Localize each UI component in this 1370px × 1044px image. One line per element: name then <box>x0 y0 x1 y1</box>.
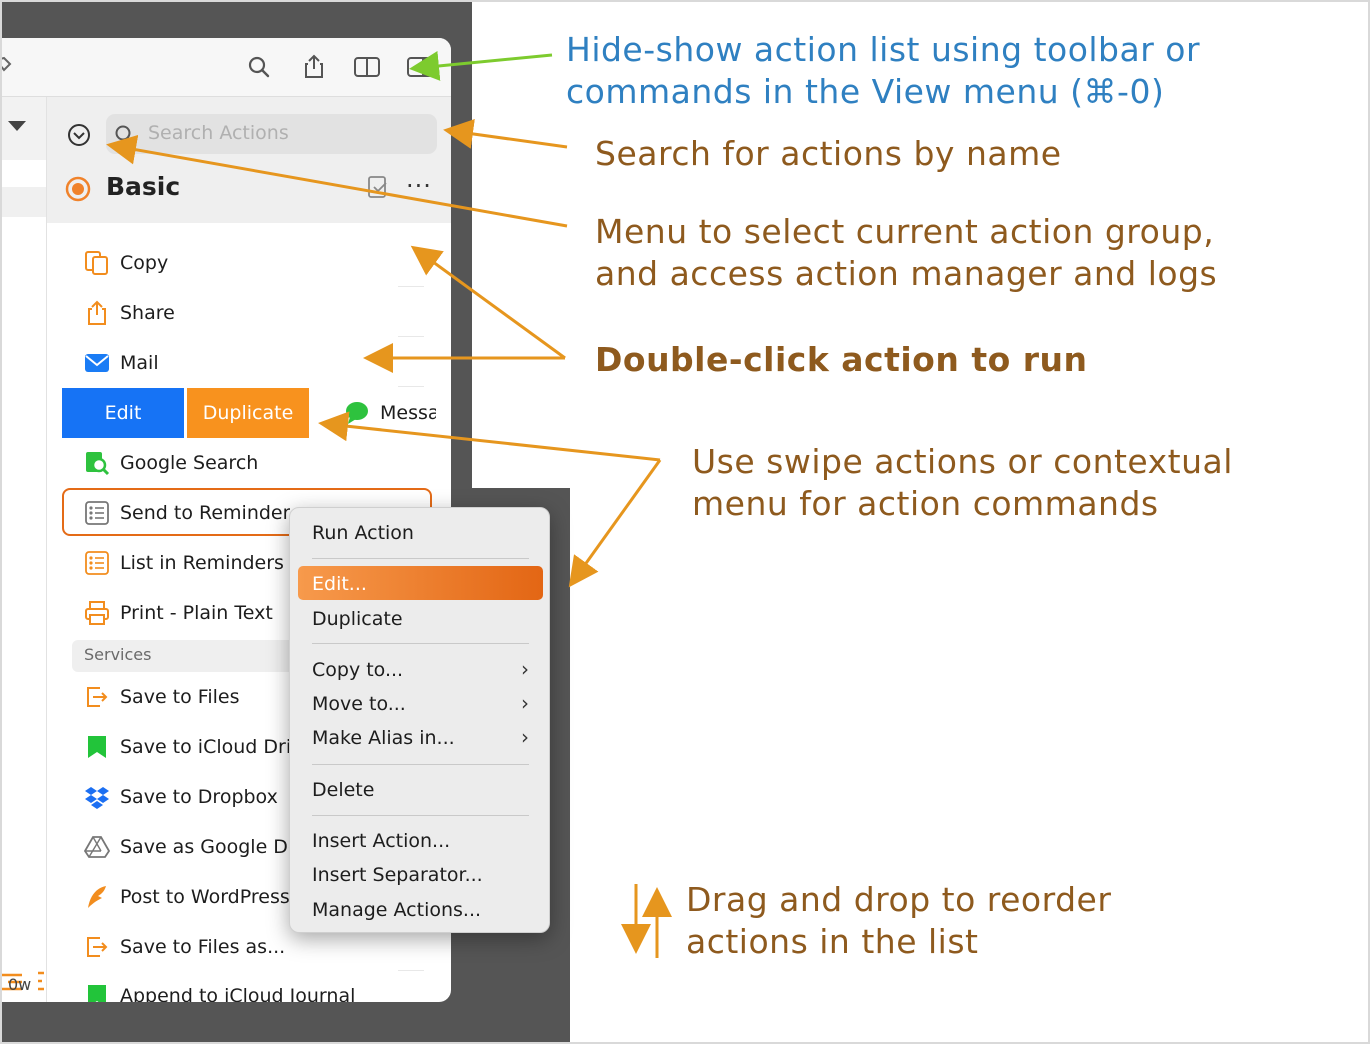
google-search-icon <box>86 452 110 476</box>
action-send-to-reminders[interactable]: Send to Reminders <box>120 502 290 524</box>
services-header: Services <box>84 645 152 664</box>
search-placeholder: Search Actions <box>148 122 289 144</box>
row-divider <box>398 286 424 287</box>
action-save-as-google-doc[interactable]: Save as Google Do <box>120 836 290 858</box>
search-icon[interactable] <box>244 52 274 82</box>
note-drag-line1: Drag and drop to reorder <box>686 880 1112 919</box>
menu-move-to[interactable]: Move to... <box>312 693 406 715</box>
action-save-to-dropbox[interactable]: Save to Dropbox <box>120 786 278 808</box>
row-divider <box>398 970 424 971</box>
tag-icon[interactable] <box>0 52 22 82</box>
note-swipe-line2: menu for action commands <box>692 484 1159 523</box>
action-post-to-wordpress[interactable]: Post to WordPress <box>120 886 290 908</box>
copy-icon <box>85 251 108 275</box>
swipe-edit-button[interactable]: Edit <box>62 388 184 438</box>
icloud-journal-icon <box>88 985 106 1002</box>
share-icon[interactable] <box>299 52 329 82</box>
chevron-right-icon: › <box>521 691 529 715</box>
menu-separator <box>312 764 529 765</box>
note-menu-line1: Menu to select current action group, <box>595 212 1215 251</box>
action-list-in-reminders[interactable]: List in Reminders <box>120 552 284 574</box>
strip-selected-row <box>0 187 46 217</box>
menu-delete[interactable]: Delete <box>312 779 374 801</box>
sidebar-toggle-icon[interactable] <box>352 52 382 82</box>
note-swipe-line1: Use swipe actions or contextual <box>692 442 1233 481</box>
action-append-to-icloud-journal[interactable]: Append to iCloud Journal <box>120 985 355 1002</box>
action-copy[interactable]: Copy <box>120 252 168 274</box>
arrow-context-menu <box>568 459 662 588</box>
chevron-right-icon: › <box>521 725 529 749</box>
menu-insert-action[interactable]: Insert Action... <box>312 830 450 852</box>
more-options-icon[interactable]: ··· <box>406 172 432 200</box>
wordpress-icon <box>88 886 106 908</box>
note-double-click: Double-click action to run <box>595 340 1088 379</box>
reminders-icon <box>85 501 109 525</box>
swipe-duplicate-button[interactable]: Duplicate <box>187 388 309 438</box>
files-icon <box>87 937 108 957</box>
action-print-plain-text[interactable]: Print - Plain Text <box>120 602 273 624</box>
dropbox-icon <box>85 787 109 809</box>
action-message[interactable]: Messa <box>380 402 436 424</box>
action-save-to-icloud-drive[interactable]: Save to iCloud Dri <box>120 736 290 758</box>
menu-copy-to[interactable]: Copy to... <box>312 659 403 681</box>
menu-run-action[interactable]: Run Action <box>312 522 414 544</box>
menu-duplicate[interactable]: Duplicate <box>312 608 403 630</box>
action-share[interactable]: Share <box>120 302 175 324</box>
files-icon <box>87 687 108 707</box>
action-save-to-files[interactable]: Save to Files <box>120 686 239 708</box>
share-icon <box>88 300 106 325</box>
strip-bottom-label: 0w <box>8 975 32 994</box>
row-divider <box>398 336 424 337</box>
action-log-icon[interactable] <box>366 174 392 202</box>
chevron-right-icon: › <box>521 657 529 681</box>
reminders-list-icon <box>85 551 109 575</box>
menu-separator <box>312 815 529 816</box>
menu-manage-actions[interactable]: Manage Actions... <box>312 899 481 921</box>
note-toolbar-line1: Hide-show action list using toolbar or <box>566 30 1201 69</box>
group-indicator-icon <box>65 176 91 202</box>
note-search: Search for actions by name <box>595 134 1062 173</box>
menu-edit[interactable]: Edit... <box>312 573 367 595</box>
menu-separator <box>312 558 529 559</box>
icloud-drive-icon <box>88 736 106 758</box>
message-icon <box>346 402 368 424</box>
action-list-toggle-icon[interactable] <box>405 52 435 82</box>
context-menu: Run Action Edit... Duplicate Copy to... … <box>289 507 550 933</box>
action-group-title: Basic <box>106 172 181 201</box>
row-divider <box>398 386 424 387</box>
note-menu-line2: and access action manager and logs <box>595 254 1218 293</box>
mail-icon <box>85 354 109 372</box>
note-toolbar-line2: commands in the View menu (⌘-0) <box>566 72 1165 111</box>
print-icon <box>85 601 109 625</box>
google-drive-icon <box>84 836 110 858</box>
left-sidebar-strip <box>0 97 47 1002</box>
action-mail[interactable]: Mail <box>120 352 159 374</box>
toolbar <box>0 38 451 97</box>
disclosure-triangle-icon[interactable] <box>6 119 28 133</box>
search-field-icon <box>115 125 134 144</box>
menu-insert-separator[interactable]: Insert Separator... <box>312 864 483 886</box>
note-drag-line2: actions in the list <box>686 922 979 961</box>
action-google-search[interactable]: Google Search <box>120 452 258 474</box>
action-save-to-files-as[interactable]: Save to Files as... <box>120 936 285 958</box>
menu-separator <box>312 643 529 644</box>
group-menu-chevron-icon[interactable] <box>66 122 92 148</box>
format-icon <box>38 971 44 991</box>
menu-make-alias[interactable]: Make Alias in... <box>312 727 455 749</box>
